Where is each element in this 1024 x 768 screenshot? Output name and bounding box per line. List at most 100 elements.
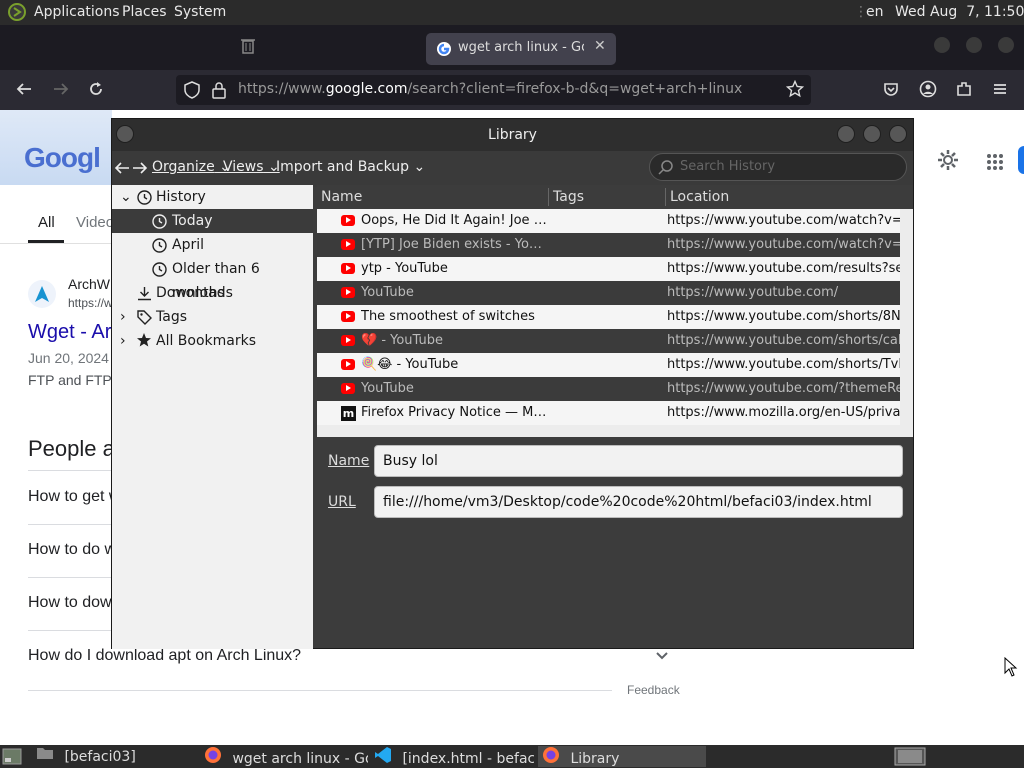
paa-question[interactable]: How do I download apt on Arch Linux? bbox=[28, 647, 301, 665]
table-row[interactable]: 🍭😂 - YouTube https://www.youtube.com/shor… bbox=[317, 353, 900, 377]
paa-divider bbox=[28, 470, 112, 471]
sidebar-item-april[interactable]: April bbox=[112, 233, 313, 257]
sidebar-item-older[interactable]: Older than 6 months bbox=[112, 257, 313, 301]
chevron-down-icon[interactable]: ⌄ bbox=[120, 185, 132, 209]
views-menu[interactable]: Views ⌄ bbox=[223, 159, 280, 175]
library-titlebar[interactable]: Library bbox=[112, 119, 913, 151]
result-title-link[interactable]: Wget - Ar bbox=[28, 321, 111, 344]
library-menu-button[interactable] bbox=[116, 125, 134, 143]
history-search-input[interactable]: Search History bbox=[649, 153, 907, 181]
column-tags-header[interactable]: Tags bbox=[553, 185, 584, 209]
window-minimize-button[interactable] bbox=[934, 37, 950, 53]
clock[interactable]: Wed Aug 7, 11:50 AM bbox=[895, 4, 1024, 20]
sidebar-label: Tags bbox=[156, 309, 187, 325]
sidebar-item-downloads[interactable]: Downloads bbox=[112, 281, 313, 305]
menu-applications[interactable]: Applications bbox=[34, 4, 120, 20]
feedback-link[interactable]: Feedback bbox=[627, 683, 680, 697]
url-bar[interactable]: https://www.google.com/search?client=fir… bbox=[176, 75, 811, 105]
task-befaci03[interactable]: [befaci03] bbox=[36, 746, 194, 767]
column-name-header[interactable]: Name bbox=[321, 185, 362, 209]
library-maximize-button[interactable] bbox=[863, 125, 881, 143]
history-list: Name Tags Location Oops, He Did It Again… bbox=[317, 185, 913, 437]
task-label: Library bbox=[570, 750, 620, 767]
row-name: 💔 - YouTube bbox=[361, 333, 444, 348]
table-row[interactable]: [YTP] Joe Biden exists - YouTube https://… bbox=[317, 233, 900, 257]
library-close-button[interactable] bbox=[889, 125, 907, 143]
pocket-icon[interactable] bbox=[882, 80, 900, 102]
sidebar-item-tags[interactable]: › Tags bbox=[112, 305, 313, 329]
workspace-switcher[interactable] bbox=[894, 747, 926, 768]
bookmark-star-icon[interactable] bbox=[785, 79, 805, 102]
task-library[interactable]: Library bbox=[538, 746, 706, 767]
star-icon bbox=[136, 332, 152, 356]
tracking-shield-icon[interactable] bbox=[184, 81, 200, 103]
tab-close-icon[interactable]: ✕ bbox=[594, 38, 606, 54]
url-label: URL bbox=[328, 494, 356, 510]
reload-icon[interactable] bbox=[87, 80, 105, 102]
menu-hamburger-icon[interactable] bbox=[991, 80, 1009, 102]
forward-icon[interactable] bbox=[52, 80, 70, 102]
url-text[interactable]: https://www.google.com/search?client=fir… bbox=[238, 81, 742, 97]
account-icon[interactable] bbox=[919, 80, 937, 102]
folder-icon bbox=[36, 746, 54, 767]
library-toolbar: Organize ⌄ Views ⌄ Import and Backup ⌄ S… bbox=[112, 151, 913, 187]
column-location-header[interactable]: Location bbox=[670, 185, 729, 209]
table-row[interactable]: YouTube https://www.youtube.com/ bbox=[317, 281, 900, 305]
table-row[interactable]: m Firefox Privacy Notice — Mozilla https:/… bbox=[317, 401, 900, 425]
show-desktop-icon[interactable] bbox=[2, 748, 22, 768]
extensions-icon[interactable] bbox=[955, 80, 973, 102]
result-date: Jun 20, 2024 bbox=[28, 350, 109, 366]
menu-system[interactable]: System bbox=[174, 4, 226, 20]
bookmark-url-field[interactable]: file:///home/vm3/Desktop/code%20code%20h… bbox=[374, 486, 903, 518]
chevron-right-icon[interactable]: › bbox=[120, 329, 126, 353]
library-back-icon[interactable] bbox=[114, 160, 130, 180]
window-maximize-button[interactable] bbox=[966, 37, 982, 53]
bookmark-name-field[interactable]: Busy lol bbox=[374, 445, 903, 477]
import-backup-menu[interactable]: Import and Backup ⌄ bbox=[276, 159, 425, 175]
row-name: The smoothest of switches bbox=[361, 309, 535, 324]
paa-question[interactable]: How to dow bbox=[28, 594, 112, 612]
youtube-icon bbox=[341, 263, 355, 274]
sidebar-item-all-bookmarks[interactable]: › All Bookmarks bbox=[112, 329, 313, 353]
account-avatar[interactable] bbox=[1018, 146, 1024, 174]
youtube-icon bbox=[341, 359, 355, 370]
table-row[interactable]: YouTube https://www.youtube.com/?themeRef… bbox=[317, 377, 900, 401]
result-site-name[interactable]: ArchW bbox=[68, 276, 110, 292]
column-divider[interactable] bbox=[548, 188, 549, 206]
paa-question[interactable]: How to get w bbox=[28, 488, 120, 506]
lock-icon[interactable] bbox=[212, 81, 226, 103]
row-location: https://www.youtube.com/watch?v=5 bbox=[667, 213, 900, 228]
distro-logo-icon[interactable] bbox=[8, 3, 26, 25]
library-minimize-button[interactable] bbox=[837, 125, 855, 143]
organize-menu[interactable]: Organize ⌄ bbox=[152, 159, 231, 175]
apps-grid-icon[interactable] bbox=[986, 153, 1004, 174]
library-forward-icon[interactable] bbox=[132, 160, 148, 180]
tab-videos[interactable]: Video bbox=[76, 214, 114, 231]
menu-places[interactable]: Places bbox=[122, 4, 167, 20]
column-divider[interactable] bbox=[665, 188, 666, 206]
table-row[interactable]: Oops, He Did It Again! Joe Biden https://… bbox=[317, 209, 900, 233]
trash-tab-icon[interactable] bbox=[240, 37, 256, 67]
sidebar-item-today[interactable]: Today bbox=[112, 209, 313, 233]
task-vscode[interactable]: [index.html - befaci... bbox=[374, 746, 534, 767]
youtube-icon bbox=[341, 335, 355, 346]
table-row[interactable]: The smoothest of switches https://www.you… bbox=[317, 305, 900, 329]
organize-label: Organize bbox=[152, 159, 215, 175]
list-scrollbar[interactable] bbox=[900, 209, 913, 425]
chevron-right-icon[interactable]: › bbox=[120, 305, 126, 329]
chevron-down-icon[interactable] bbox=[654, 648, 670, 667]
task-firefox-google[interactable]: wget arch linux - Go... bbox=[204, 746, 368, 767]
result-url[interactable]: https://w bbox=[68, 296, 113, 310]
table-row[interactable]: ytp - YouTube https://www.youtube.com/res… bbox=[317, 257, 900, 281]
table-row[interactable]: 💔 - YouTube https://www.youtube.com/short… bbox=[317, 329, 900, 353]
tab-all[interactable]: All bbox=[38, 214, 55, 231]
google-doodle[interactable]: Googl bbox=[0, 110, 112, 185]
sidebar-label: Downloads bbox=[156, 285, 233, 301]
paa-question[interactable]: How to do w bbox=[28, 541, 116, 559]
keyboard-layout[interactable]: en bbox=[866, 4, 884, 20]
settings-gear-icon[interactable] bbox=[937, 149, 959, 174]
back-icon[interactable] bbox=[15, 80, 33, 102]
sidebar-item-history[interactable]: ⌄ History bbox=[112, 185, 313, 209]
tab-google-search[interactable]: wget arch linux - Goo ✕ bbox=[426, 33, 616, 65]
window-close-button[interactable] bbox=[998, 37, 1014, 53]
